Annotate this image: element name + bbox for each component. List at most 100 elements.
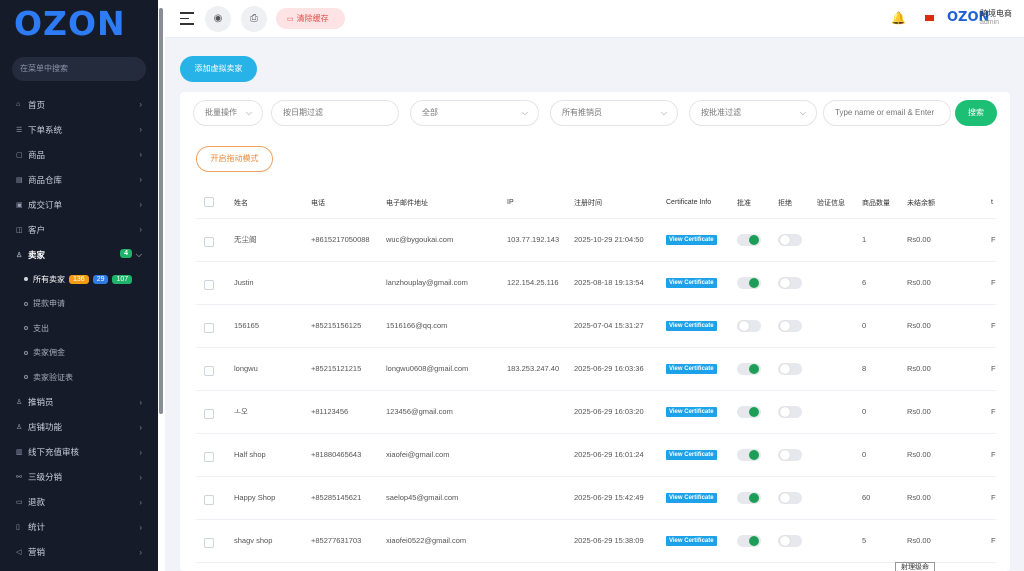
cell-phone: +81123456 [311,390,386,434]
sidebar-subitem[interactable]: 所有卖家 136 29 107 [0,267,158,292]
cell-email: lanzhouplay@gmail.com [386,261,507,305]
approval-filter-select[interactable]: 按批准过滤 ⌵ [689,100,817,126]
bulk-ops-dropdown[interactable]: 批量操作 ⌵ [193,100,263,126]
reject-toggle[interactable] [778,233,802,246]
cell-certificate: View Certificate [666,347,737,391]
sidebar-scrollbar-thumb[interactable] [159,8,163,414]
sidebar-item[interactable]: ▢ 商品 › [0,142,158,167]
view-certificate-button[interactable]: View Certificate [666,493,717,503]
printer-icon[interactable]: ⎙ [241,6,267,32]
chevron-right-icon: › [139,422,142,432]
approve-toggle[interactable] [737,362,761,375]
sidebar-item[interactable]: ▭ 退款 › [0,490,158,515]
sidebar-item[interactable]: ▥ 线下充值审核 › [0,440,158,465]
china-flag-icon[interactable] [925,15,934,21]
sidebar-item[interactable]: ▤ 商品仓库 › [0,167,158,192]
table-row[interactable]: 无尘阁 +8615217050088 wuc@bygoukai.com 103.77.… [196,218,996,262]
sidebar-item[interactable]: ☰ 下单系统 › [0,117,158,142]
sidebar-item[interactable]: ⌂ 首页 › [0,92,158,117]
reject-toggle[interactable] [778,276,802,289]
table-row[interactable]: ㅗ오 +81123456 123456@gmail.com 2025-06-29 16… [196,390,996,434]
status-select[interactable]: 全部 ⌵ [410,100,539,126]
sidebar-subitem[interactable]: 卖家验证表 [0,365,158,390]
sidebar-item[interactable]: ♙ 店铺功能 › [0,415,158,440]
cell-goods-count: 0 [862,304,907,348]
view-certificate-button[interactable]: View Certificate [666,536,717,546]
user-profile[interactable]: 跨境电商 admin [980,9,1012,27]
approve-toggle[interactable] [737,534,761,547]
sidebar-item[interactable]: ◫ 客户 › [0,217,158,242]
cell-time: 2025-06-29 16:03:20 [574,390,666,434]
row-checkbox-cell [196,476,234,520]
date-filter-input[interactable]: 按日期过滤 [271,100,399,126]
approve-toggle[interactable] [737,276,761,289]
column-header: 电子邮件地址 [386,188,507,219]
approve-toggle[interactable] [737,319,761,332]
row-checkbox[interactable] [204,494,214,505]
globe-icon[interactable]: ◉ [205,6,231,32]
approve-toggle[interactable] [737,405,761,418]
menu-toggle-icon[interactable] [180,12,194,29]
table-row[interactable]: Half shop +81880465643 xiaofei@gmail.com 20… [196,433,996,477]
row-checkbox[interactable] [204,365,214,376]
view-certificate-button[interactable]: View Certificate [666,235,717,245]
row-checkbox[interactable] [204,408,214,419]
menu-search-input[interactable]: 在菜单中搜索 [12,57,146,81]
view-certificate-button[interactable]: View Certificate [666,407,717,417]
cell-verify-info [817,390,862,434]
table-row[interactable]: shagv shop +85277631703 xiaofei0522@gmail.… [196,519,996,563]
view-certificate-button[interactable]: View Certificate [666,278,717,288]
cell-certificate: View Certificate [666,390,737,434]
reject-toggle[interactable] [778,448,802,461]
row-checkbox[interactable] [204,451,214,462]
reject-toggle[interactable] [778,534,802,547]
select-all-checkbox[interactable] [196,188,234,219]
view-certificate-button[interactable]: View Certificate [666,364,717,374]
sidebar-subitem-label: 卖家佣金 [33,348,65,358]
reject-toggle[interactable] [778,319,802,332]
search-input[interactable]: Type name or email & Enter [823,100,951,126]
table-row[interactable]: 156165 +85215156125 1516166@qq.com 2025-07-… [196,304,996,348]
add-virtual-seller-button[interactable]: 添加虚拟卖家 [180,56,257,82]
row-checkbox[interactable] [204,537,214,548]
view-certificate-button[interactable]: View Certificate [666,321,717,331]
row-checkbox[interactable] [204,322,214,333]
reject-toggle[interactable] [778,362,802,375]
cell-email: longwu0608@gmail.com [386,347,507,391]
sidebar-subitem[interactable]: 卖家佣金 [0,341,158,366]
sidebar-item-label: 店铺功能 [28,422,63,432]
reject-toggle[interactable] [778,491,802,504]
cell-phone: +85215121215 [311,347,386,391]
chevron-down-icon: ⌵ [521,108,528,117]
row-checkbox[interactable] [204,236,214,247]
drag-mode-button[interactable]: 开启拖动模式 [196,146,273,172]
sidebar-item-seller[interactable]: ♙ 卖家 4 ⌵ [0,242,158,267]
search-button[interactable]: 搜索 [955,100,997,126]
sidebar-subitem[interactable]: 支出 [0,316,158,341]
view-certificate-button[interactable]: View Certificate [666,450,717,460]
promoter-select[interactable]: 所有推销员 ⌵ [550,100,678,126]
row-checkbox[interactable] [204,279,214,290]
sidebar-item[interactable]: ◁ 营销 › [0,540,158,565]
sidebar-subitem[interactable]: 提款申请 [0,292,158,317]
sidebar-item[interactable]: ▣ 成交订单 › [0,192,158,217]
home-icon: ⌂ [16,101,21,108]
approve-toggle[interactable] [737,491,761,504]
sidebar-item[interactable]: ⚯ 三级分销 › [0,465,158,490]
ozon-logo[interactable]: OZON [0,0,158,46]
table-row[interactable]: longwu +85215121215 longwu0608@gmail.com 18… [196,347,996,391]
approve-toggle[interactable] [737,448,761,461]
reject-toggle[interactable] [778,405,802,418]
seller-table: 姓名 电话 电子邮件地址 IP 注册时间 Certificate Info 批准 拒绝 验证信息… [196,188,996,563]
clear-cache-button[interactable]: ▭ 清除缓存 [276,8,345,29]
cell-balance: Rs0.00 [907,304,991,348]
sidebar-item[interactable]: ♙ 推销员 › [0,390,158,415]
approve-toggle[interactable] [737,233,761,246]
cell-goods-count: 8 [862,347,907,391]
chevron-down-icon: ⌵ [245,108,252,117]
bell-icon[interactable]: 🔔 [891,11,906,25]
sidebar-item[interactable]: ▯ 统计 › [0,515,158,540]
chevron-right-icon: › [139,547,142,557]
table-row[interactable]: Happy Shop +85285145621 saelop45@gmail.com… [196,476,996,520]
table-row[interactable]: Justin lanzhouplay@gmail.com 122.154.25.11… [196,261,996,305]
